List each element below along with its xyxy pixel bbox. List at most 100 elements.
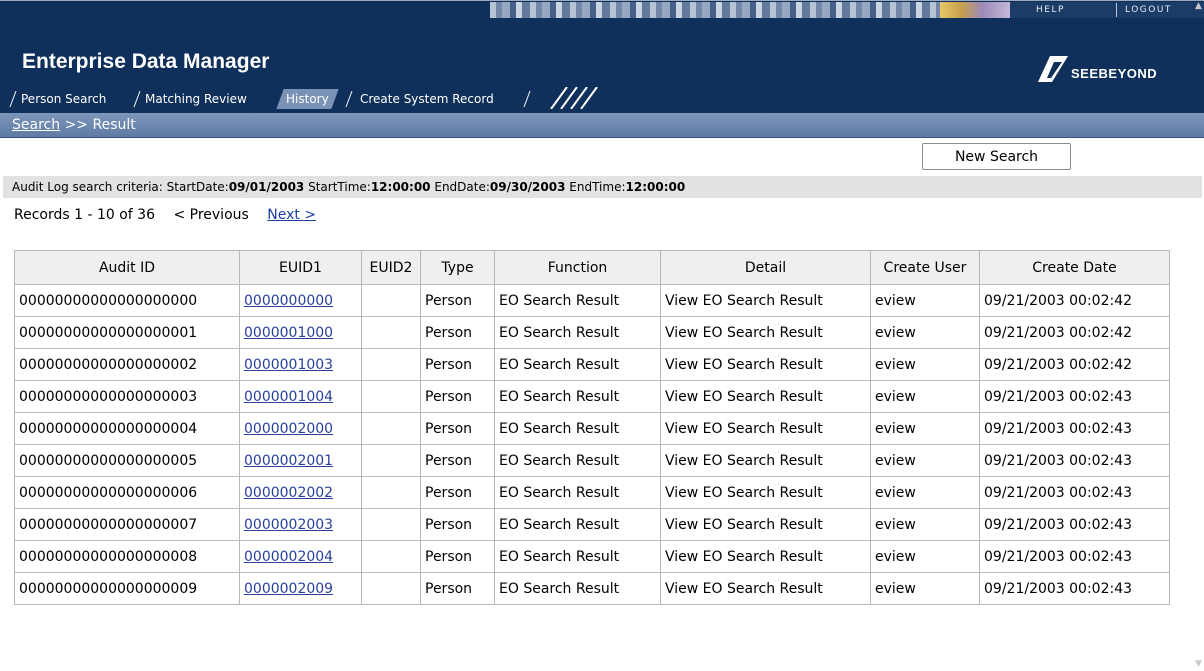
tab-create-system-record[interactable]: Create System Record <box>360 89 494 109</box>
tab-end-decoration-icon <box>550 87 598 109</box>
table-row: 00000000000000000003 0000001004 Person E… <box>14 380 1170 413</box>
cell-function: EO Search Result <box>494 316 661 349</box>
records-count: Records 1 - 10 of 36 <box>14 207 155 223</box>
euid1-link[interactable]: 0000002002 <box>244 485 333 501</box>
cell-euid1: 0000002001 <box>239 444 362 477</box>
cell-create-date: 09/21/2003 00:02:43 <box>979 540 1170 573</box>
cell-function: EO Search Result <box>494 572 661 605</box>
cell-detail: View EO Search Result <box>660 444 871 477</box>
column-header-euid1: EUID1 <box>239 250 362 285</box>
tab-matching-review[interactable]: Matching Review <box>145 89 247 109</box>
cell-euid2 <box>361 412 421 445</box>
cell-euid1: 0000001000 <box>239 316 362 349</box>
cell-create-date: 09/21/2003 00:02:43 <box>979 476 1170 509</box>
breadcrumb: Search >> Result <box>12 117 136 133</box>
cell-create-date: 09/21/2003 00:02:42 <box>979 348 1170 381</box>
cell-euid2 <box>361 476 421 509</box>
cell-euid2 <box>361 348 421 381</box>
cell-type: Person <box>420 476 495 509</box>
cell-audit-id: 00000000000000000009 <box>14 572 240 605</box>
column-header-audit-id: Audit ID <box>14 250 240 285</box>
cell-function: EO Search Result <box>494 476 661 509</box>
breadcrumb-search-link[interactable]: Search <box>12 117 60 133</box>
criteria-end-time-label: EndTime: <box>569 180 626 194</box>
euid1-link[interactable]: 0000002001 <box>244 453 333 469</box>
cell-type: Person <box>420 572 495 605</box>
cell-detail: View EO Search Result <box>660 348 871 381</box>
logout-link[interactable]: LOGOUT <box>1116 3 1172 17</box>
cell-type: Person <box>420 444 495 477</box>
tab-history[interactable]: History <box>276 89 339 109</box>
criteria-prefix: Audit Log search criteria: <box>12 180 163 194</box>
next-page-link[interactable]: Next > <box>267 207 316 223</box>
euid1-link[interactable]: 0000002003 <box>244 517 333 533</box>
table-row: 00000000000000000000 0000000000 Person E… <box>14 284 1170 317</box>
cell-euid1: 0000002004 <box>239 540 362 573</box>
cell-euid2 <box>361 572 421 605</box>
table-row: 00000000000000000002 0000001003 Person E… <box>14 348 1170 381</box>
cell-euid2 <box>361 540 421 573</box>
app-header: HELP LOGOUT Enterprise Data Manager SEEB… <box>0 0 1204 113</box>
cell-detail: View EO Search Result <box>660 476 871 509</box>
criteria-start-date: 09/01/2003 <box>228 180 305 194</box>
cell-function: EO Search Result <box>494 540 661 573</box>
cell-audit-id: 00000000000000000006 <box>14 476 240 509</box>
euid1-link[interactable]: 0000002004 <box>244 549 333 565</box>
tab-person-search[interactable]: Person Search <box>21 89 106 109</box>
tab-separator-icon <box>133 90 141 108</box>
cell-create-user: eview <box>870 540 980 573</box>
cell-type: Person <box>420 380 495 413</box>
header-decoration-accent <box>940 2 1010 18</box>
scroll-down-arrow-icon[interactable]: ▼ <box>1193 658 1204 670</box>
table-row: 00000000000000000009 0000002009 Person E… <box>14 572 1170 605</box>
cell-function: EO Search Result <box>494 284 661 317</box>
cell-function: EO Search Result <box>494 444 661 477</box>
cell-create-user: eview <box>870 572 980 605</box>
cell-function: EO Search Result <box>494 380 661 413</box>
cell-create-user: eview <box>870 316 980 349</box>
cell-type: Person <box>420 508 495 541</box>
euid1-link[interactable]: 0000001004 <box>244 389 333 405</box>
euid1-link[interactable]: 0000001003 <box>244 357 333 373</box>
breadcrumb-bar: Search >> Result <box>0 113 1204 138</box>
breadcrumb-current: Result <box>92 117 136 133</box>
cell-detail: View EO Search Result <box>660 316 871 349</box>
cell-type: Person <box>420 284 495 317</box>
table-row: 00000000000000000005 0000002001 Person E… <box>14 444 1170 477</box>
column-header-euid2: EUID2 <box>361 250 421 285</box>
cell-create-date: 09/21/2003 00:02:43 <box>979 508 1170 541</box>
main-tabs: Person Search Matching Review History Cr… <box>0 87 620 109</box>
scroll-up-arrow-icon[interactable]: ▲ <box>1193 0 1204 12</box>
seebeyond-logo: SEEBEYOND <box>1038 54 1198 84</box>
tab-history-label: History <box>286 92 329 106</box>
cell-detail: View EO Search Result <box>660 508 871 541</box>
cell-euid1: 0000000000 <box>239 284 362 317</box>
cell-create-date: 09/21/2003 00:02:42 <box>979 316 1170 349</box>
help-link[interactable]: HELP <box>1036 3 1065 17</box>
cell-type: Person <box>420 316 495 349</box>
criteria-start-time-label: StartTime: <box>308 180 371 194</box>
euid1-link[interactable]: 0000002009 <box>244 581 333 597</box>
euid1-link[interactable]: 0000000000 <box>244 293 333 309</box>
euid1-link[interactable]: 0000001000 <box>244 325 333 341</box>
table-row: 00000000000000000008 0000002004 Person E… <box>14 540 1170 573</box>
breadcrumb-separator: >> <box>64 117 89 133</box>
cell-create-user: eview <box>870 348 980 381</box>
table-row: 00000000000000000004 0000002000 Person E… <box>14 412 1170 445</box>
cell-audit-id: 00000000000000000003 <box>14 380 240 413</box>
cell-euid2 <box>361 380 421 413</box>
cell-euid2 <box>361 444 421 477</box>
new-search-button[interactable]: New Search <box>922 143 1071 170</box>
cell-audit-id: 00000000000000000000 <box>14 284 240 317</box>
tab-separator-icon <box>345 90 353 108</box>
euid1-link[interactable]: 0000002000 <box>244 421 333 437</box>
tab-separator-icon <box>523 90 531 108</box>
column-header-detail: Detail <box>660 250 871 285</box>
cell-euid2 <box>361 316 421 349</box>
cell-create-date: 09/21/2003 00:02:43 <box>979 444 1170 477</box>
cell-euid1: 0000002009 <box>239 572 362 605</box>
cell-create-user: eview <box>870 412 980 445</box>
cell-euid1: 0000001004 <box>239 380 362 413</box>
logo-text: SEEBEYOND <box>1071 66 1158 81</box>
cell-detail: View EO Search Result <box>660 572 871 605</box>
